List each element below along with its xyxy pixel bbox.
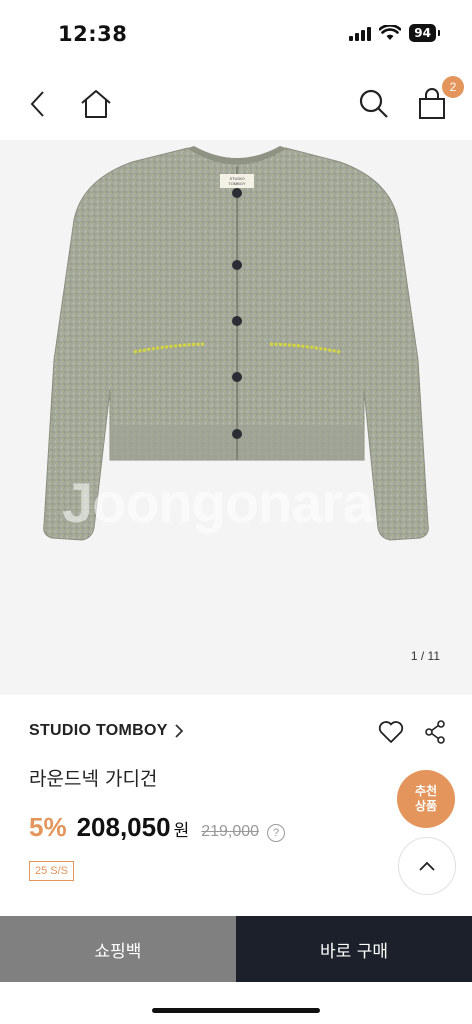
recommended-products-button[interactable]: 추천 상품 [397, 770, 455, 828]
buy-now-button[interactable]: 바로 구매 [236, 916, 472, 982]
currency-unit: 원 [173, 821, 190, 841]
product-image-carousel[interactable]: STUDIO TOMBOY Joongonara 1 / 11 [0, 140, 472, 695]
home-indicator [152, 1008, 320, 1013]
share-icon[interactable] [424, 720, 446, 744]
original-price: 219,000 [201, 823, 260, 840]
sale-price: 208,050 [76, 812, 171, 842]
product-title: 라운드넥 가디건 [29, 768, 158, 790]
bottom-action-bar: 쇼핑백 바로 구매 [0, 916, 472, 982]
home-button[interactable] [78, 86, 114, 122]
cardigan-image [43, 146, 429, 541]
home-icon [81, 90, 111, 118]
status-time: 12:38 [58, 22, 128, 46]
chevron-up-icon [419, 861, 435, 871]
watermark: Joongonara [62, 471, 373, 534]
cellular-signal-icon [349, 25, 372, 41]
brand-link[interactable]: STUDIO TOMBOY [29, 722, 184, 740]
season-badge: 25 S/S [29, 861, 75, 881]
top-nav: 2 [0, 68, 472, 140]
wifi-icon [379, 25, 402, 40]
status-bar: 12:38 94 [0, 0, 472, 68]
back-button[interactable] [20, 86, 56, 122]
shopping-bag-button[interactable]: 2 [414, 76, 464, 122]
status-icons: 94 [349, 24, 440, 42]
add-to-bag-button[interactable]: 쇼핑백 [0, 916, 236, 982]
brand-name: STUDIO TOMBOY [29, 722, 168, 739]
chevron-left-icon [30, 91, 44, 117]
discount-rate: 5% [29, 812, 67, 842]
heart-icon[interactable] [378, 720, 404, 744]
search-icon [359, 89, 388, 118]
chevron-right-icon [175, 724, 184, 738]
shopping-bag-icon [419, 88, 445, 119]
brand-label-tag: STUDIO TOMBOY [228, 176, 246, 186]
search-button[interactable] [356, 86, 392, 122]
product-actions [378, 720, 446, 744]
price-row: 5% 208,050 원 219,000 ? [29, 812, 286, 843]
scroll-to-top-button[interactable] [398, 837, 456, 895]
image-counter: 1 / 11 [410, 649, 440, 663]
battery-icon: 94 [409, 24, 440, 42]
cart-count-badge: 2 [442, 76, 464, 98]
help-icon[interactable]: ? [267, 824, 286, 842]
